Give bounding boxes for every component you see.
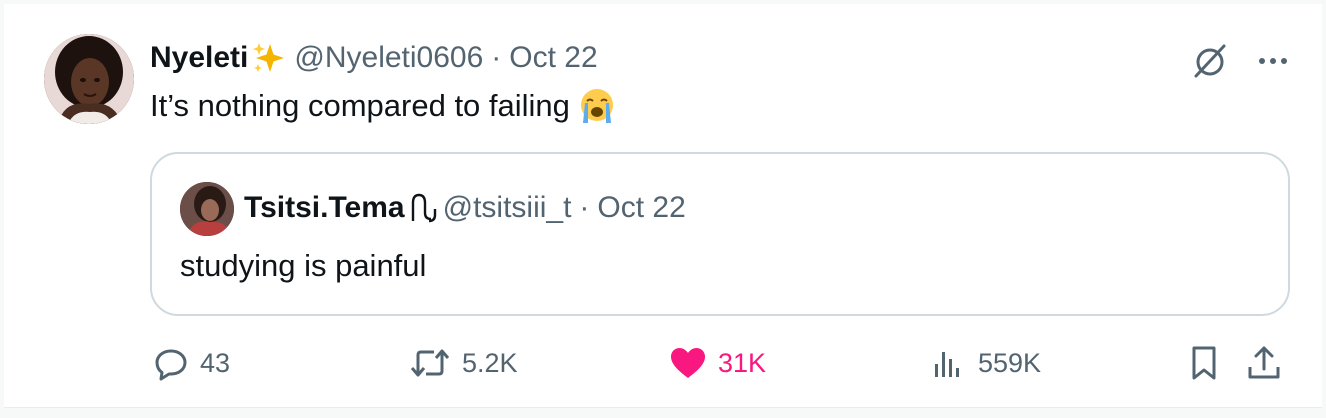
quoted-author-handle[interactable]: @tsitsiii_t [443, 191, 572, 225]
tweet-date[interactable]: Oct 22 [509, 41, 597, 75]
like-count: 31K [718, 347, 767, 378]
quoted-header-separator: · [579, 191, 590, 224]
tweet-header: Nyeleti @Nyeleti0606 · Oct 22 [150, 38, 598, 78]
quoted-tweet[interactable]: Tsitsi.Tema @tsitsiii_t · Oct 22 studyin… [150, 152, 1290, 316]
link-symbol-icon [411, 193, 436, 223]
views-chart-icon [935, 352, 959, 377]
header-separator: · [491, 41, 502, 74]
heart-icon [671, 348, 705, 378]
author-avatar[interactable] [44, 34, 134, 124]
reply-icon [155, 349, 187, 381]
author-handle[interactable]: @Nyeleti0606 [294, 41, 483, 75]
quoted-author-name[interactable]: Tsitsi.Tema [244, 191, 405, 225]
quoted-author-avatar[interactable] [180, 182, 234, 236]
tweet-text-row: It’s nothing compared to failing [150, 86, 616, 126]
bookmark-button[interactable] [1186, 338, 1222, 388]
more-icon-dot [1259, 58, 1265, 64]
more-icon-dot [1281, 58, 1287, 64]
more-options-button[interactable] [1252, 40, 1294, 82]
sparkles-emoji-icon [253, 43, 285, 72]
quoted-tweet-date[interactable]: Oct 22 [597, 191, 685, 225]
repost-icon [410, 349, 450, 377]
bookmark-icon [1192, 346, 1216, 380]
share-icon [1248, 346, 1280, 379]
repost-button[interactable]: 5.2K [408, 338, 518, 388]
share-button[interactable] [1244, 338, 1284, 388]
grok-button[interactable] [1190, 40, 1232, 82]
reply-button[interactable]: 43 [152, 338, 230, 388]
quoted-header: Tsitsi.Tema @tsitsiii_t · Oct 22 [244, 188, 686, 228]
repost-count: 5.2K [462, 347, 518, 378]
grok-icon [1194, 44, 1226, 78]
view-count: 559K [978, 347, 1042, 378]
tweet-actions-bar: 43 5.2K 31K 559K [150, 338, 1300, 388]
quoted-tweet-text: studying is painful [180, 248, 427, 283]
more-icon-dot [1270, 58, 1276, 64]
tweet-card[interactable]: Nyeleti @Nyeleti0606 · Oct 22 It’s nothi… [4, 4, 1322, 408]
like-button[interactable]: 31K [668, 338, 766, 388]
tweet-text: It’s nothing compared to failing [150, 88, 570, 123]
reply-count: 43 [200, 347, 231, 378]
author-name[interactable]: Nyeleti [150, 41, 248, 75]
views-button[interactable]: 559K [930, 338, 1041, 388]
loudly-crying-face-emoji-icon [580, 89, 613, 123]
